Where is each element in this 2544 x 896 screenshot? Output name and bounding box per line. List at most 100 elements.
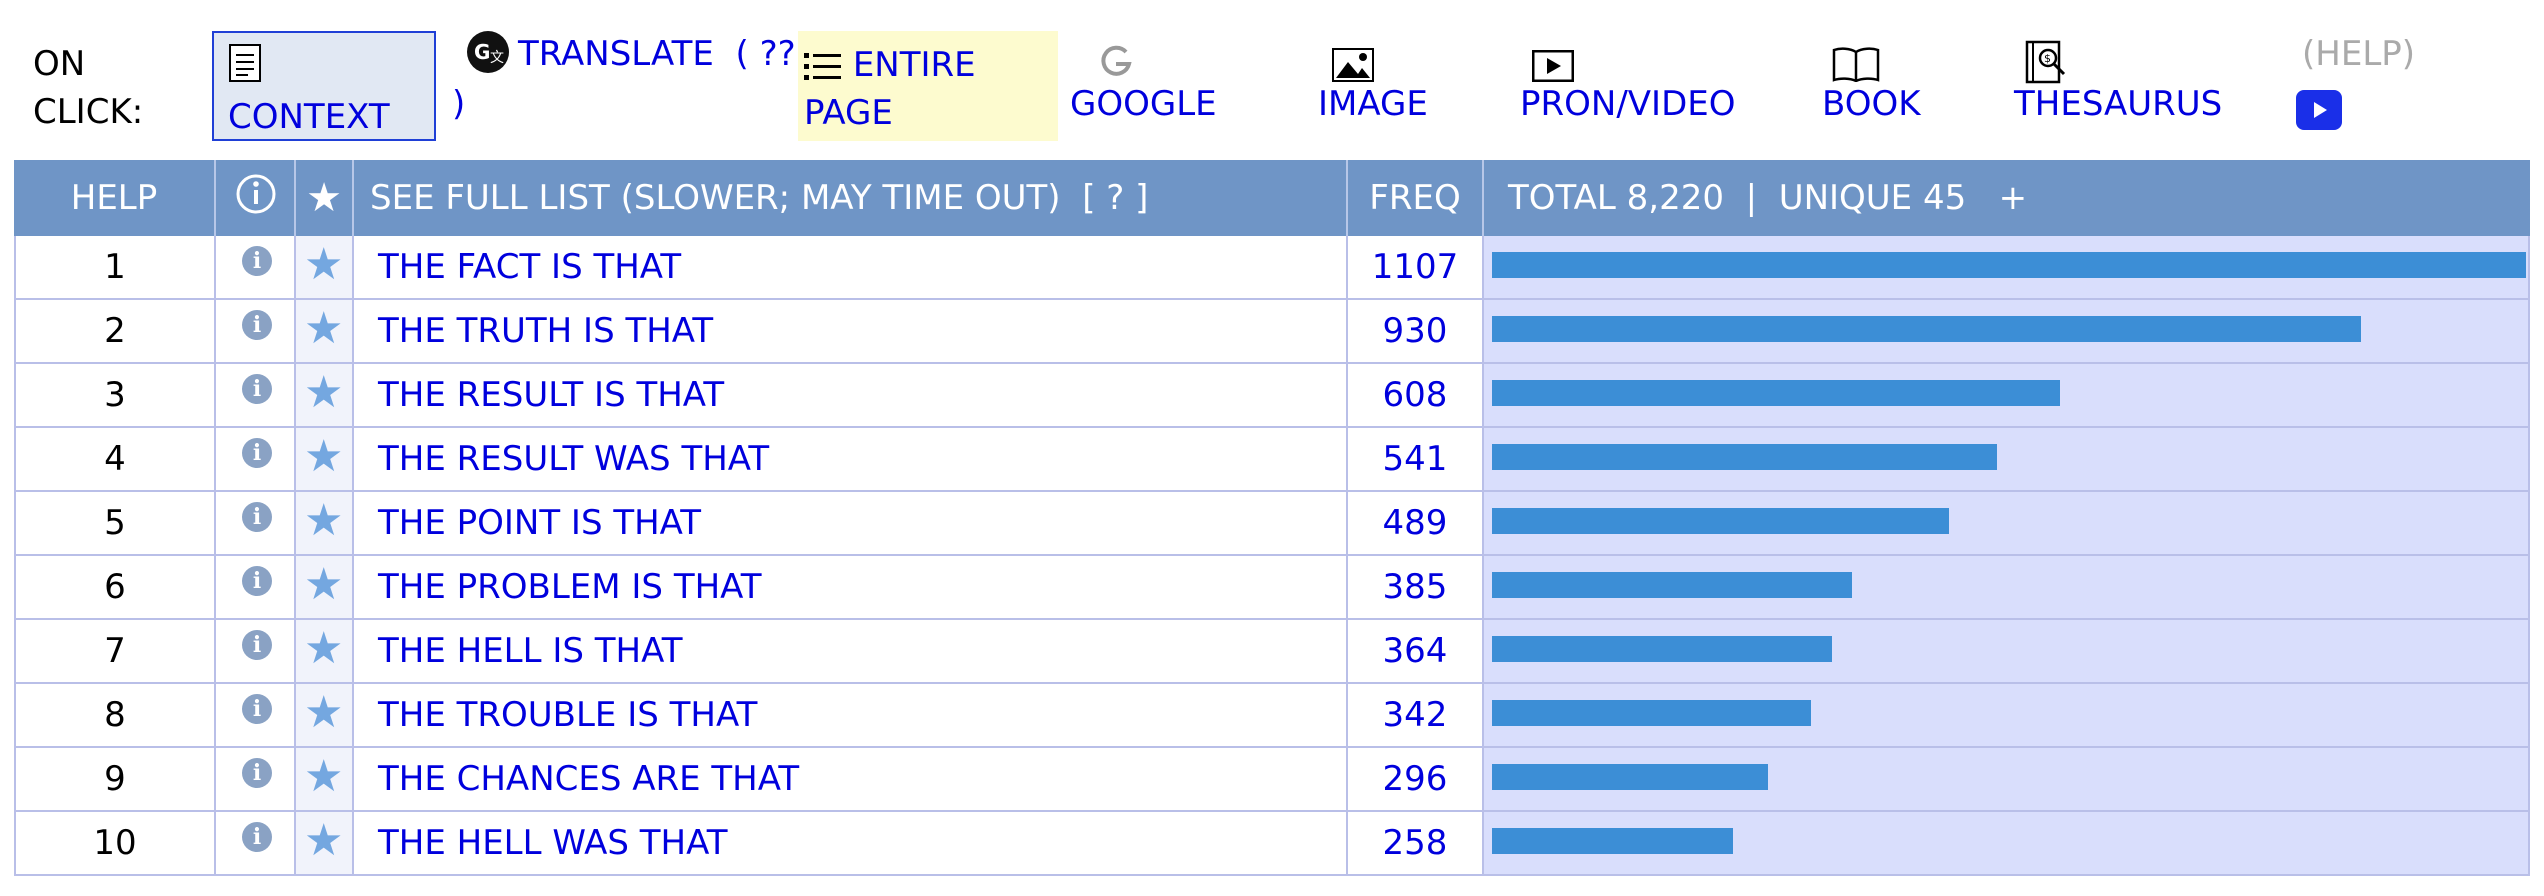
info-icon[interactable]: i <box>242 438 272 468</box>
info-icon[interactable]: i <box>242 502 272 532</box>
entire-label: ENTIRE <box>852 45 976 85</box>
info-icon[interactable]: i <box>242 758 272 788</box>
context-option[interactable]: CONTEXT <box>212 31 436 141</box>
star-icon[interactable]: ★ <box>304 496 343 546</box>
phrase-link[interactable]: THE TROUBLE IS THAT <box>354 684 1348 746</box>
help-column-header[interactable]: HELP <box>14 160 216 236</box>
context-label: CONTEXT <box>228 97 390 137</box>
frequency-bar <box>1492 252 2526 278</box>
table-row: 3 i ★ THE RESULT IS THAT 608 <box>14 364 2530 428</box>
frequency-bar <box>1492 572 1852 598</box>
row-number: 6 <box>14 556 216 618</box>
table-header: HELP ★ SEE FULL LIST (SLOWER; MAY TIME O… <box>14 160 2530 236</box>
frequency-bar <box>1492 508 1949 534</box>
star-icon[interactable]: ★ <box>304 688 343 738</box>
frequency-bar-cell <box>1484 684 2530 746</box>
info-icon[interactable]: i <box>242 694 272 724</box>
frequency-value: 541 <box>1348 428 1484 490</box>
frequency-bar <box>1492 764 1768 790</box>
info-cell: i <box>216 492 296 554</box>
star-cell: ★ <box>296 236 354 298</box>
row-number: 7 <box>14 620 216 682</box>
info-icon[interactable]: i <box>242 822 272 852</box>
frequency-bar <box>1492 828 1733 854</box>
image-option[interactable]: IMAGE <box>1318 30 1428 128</box>
info-icon[interactable]: i <box>242 566 272 596</box>
frequency-value: 258 <box>1348 812 1484 874</box>
frequency-value: 1107 <box>1348 236 1484 298</box>
document-icon <box>228 43 434 93</box>
page-label: PAGE <box>804 93 893 133</box>
phrase-link[interactable]: THE HELL WAS THAT <box>354 812 1348 874</box>
frequency-value: 385 <box>1348 556 1484 618</box>
star-icon[interactable]: ★ <box>304 368 343 418</box>
star-icon[interactable]: ★ <box>304 624 343 674</box>
frequency-value: 930 <box>1348 300 1484 362</box>
info-icon[interactable]: i <box>242 310 272 340</box>
star-icon[interactable]: ★ <box>304 752 343 802</box>
frequency-bar-cell <box>1484 300 2530 362</box>
svg-text:$: $ <box>2044 52 2051 65</box>
table-row: 7 i ★ THE HELL IS THAT 364 <box>14 620 2530 684</box>
play-video-icon[interactable] <box>2296 90 2342 130</box>
phrase-link[interactable]: THE CHANCES ARE THAT <box>354 748 1348 810</box>
row-number: 8 <box>14 684 216 746</box>
table-row: 9 i ★ THE CHANCES ARE THAT 296 <box>14 748 2530 812</box>
thesaurus-label: THESAURUS <box>2014 84 2223 124</box>
row-number: 4 <box>14 428 216 490</box>
phrase-link[interactable]: THE RESULT IS THAT <box>354 364 1348 426</box>
phrase-link[interactable]: THE HELL IS THAT <box>354 620 1348 682</box>
row-number: 1 <box>14 236 216 298</box>
info-column-icon <box>216 160 296 236</box>
phrase-link[interactable]: THE POINT IS THAT <box>354 492 1348 554</box>
frequency-value: 608 <box>1348 364 1484 426</box>
phrase-link[interactable]: THE FACT IS THAT <box>354 236 1348 298</box>
star-cell: ★ <box>296 620 354 682</box>
book-option[interactable]: BOOK <box>1822 30 1921 128</box>
row-number: 10 <box>14 812 216 874</box>
info-cell: i <box>216 812 296 874</box>
translate-option[interactable]: G文 TRANSLATE ( ?? ) <box>452 30 796 124</box>
totals-summary: TOTAL 8,220 | UNIQUE 45 + <box>1508 178 2028 218</box>
pron-video-option[interactable]: PRON/VIDEO <box>1520 30 1736 128</box>
entire-page-option[interactable]: ENTIRE PAGE <box>798 31 1058 141</box>
star-icon[interactable]: ★ <box>304 560 343 610</box>
see-full-list-link[interactable]: SEE FULL LIST (SLOWER; MAY TIME OUT) [ ?… <box>354 160 1348 236</box>
table-row: 1 i ★ THE FACT IS THAT 1107 <box>14 236 2530 300</box>
frequency-bar <box>1492 636 1832 662</box>
google-icon <box>1070 30 1217 80</box>
frequency-bar <box>1492 444 1997 470</box>
translate-language-link[interactable]: ( ?? <box>736 34 796 74</box>
svg-text:G: G <box>474 40 490 64</box>
image-label: IMAGE <box>1318 84 1428 124</box>
svg-text:文: 文 <box>490 50 504 66</box>
info-cell: i <box>216 364 296 426</box>
phrase-link[interactable]: THE RESULT WAS THAT <box>354 428 1348 490</box>
star-icon[interactable]: ★ <box>304 432 343 482</box>
frequency-bar-cell <box>1484 556 2530 618</box>
help-link[interactable]: (HELP) <box>2302 30 2415 78</box>
table-row: 4 i ★ THE RESULT WAS THAT 541 <box>14 428 2530 492</box>
info-icon[interactable]: i <box>242 630 272 660</box>
row-number: 9 <box>14 748 216 810</box>
list-icon <box>804 51 842 83</box>
frequency-bar <box>1492 316 2361 342</box>
info-cell: i <box>216 428 296 490</box>
thesaurus-option[interactable]: $ THESAURUS <box>2014 30 2222 128</box>
google-option[interactable]: GOOGLE <box>1070 30 1217 128</box>
star-cell: ★ <box>296 556 354 618</box>
thesaurus-icon: $ <box>2014 30 2222 84</box>
info-icon[interactable]: i <box>242 374 272 404</box>
on-click-label: ON CLICK: <box>33 44 144 132</box>
phrase-link[interactable]: THE TRUTH IS THAT <box>354 300 1348 362</box>
phrase-link[interactable]: THE PROBLEM IS THAT <box>354 556 1348 618</box>
frequency-value: 489 <box>1348 492 1484 554</box>
star-icon[interactable]: ★ <box>304 816 343 866</box>
table-row: 2 i ★ THE TRUTH IS THAT 930 <box>14 300 2530 364</box>
star-icon[interactable]: ★ <box>304 240 343 290</box>
info-cell: i <box>216 236 296 298</box>
info-icon[interactable]: i <box>242 246 272 276</box>
table-row: 6 i ★ THE PROBLEM IS THAT 385 <box>14 556 2530 620</box>
toolbar: ON CLICK: CONTEXT G文 TRANSLATE ( ?? ) EN… <box>0 0 2544 150</box>
star-icon[interactable]: ★ <box>304 304 343 354</box>
